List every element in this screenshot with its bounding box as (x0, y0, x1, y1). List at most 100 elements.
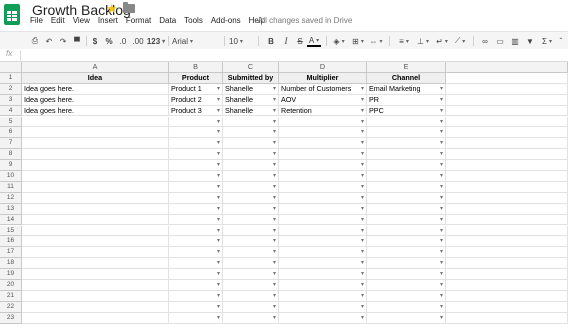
cell[interactable]: ▾ (169, 269, 223, 280)
cell[interactable]: ▾ (367, 149, 446, 161)
cell[interactable]: Shanelle ▾ (223, 94, 279, 106)
dropdown-arrow-icon[interactable]: ▾ (217, 106, 220, 116)
cell[interactable] (22, 258, 169, 270)
cell[interactable]: ▾ (367, 171, 446, 182)
dropdown-arrow-icon[interactable]: ▾ (361, 215, 364, 225)
empty-cell[interactable] (446, 225, 568, 237)
dropdown-arrow-icon[interactable]: ▾ (440, 215, 443, 225)
empty-cell[interactable] (446, 203, 568, 215)
dropdown-arrow-icon[interactable]: ▾ (217, 160, 220, 170)
strikethrough-button[interactable]: S (295, 35, 305, 47)
row-header[interactable]: 16 (0, 236, 22, 248)
insert-comment-icon[interactable]: ▭ (494, 35, 506, 47)
cell[interactable] (22, 225, 169, 237)
dropdown-arrow-icon[interactable]: ▾ (273, 127, 276, 137)
dropdown-arrow-icon[interactable]: ▾ (361, 226, 364, 236)
row-header[interactable]: 15 (0, 225, 22, 237)
dropdown-arrow-icon[interactable]: ▾ (440, 313, 443, 323)
cell[interactable] (22, 127, 169, 139)
dropdown-arrow-icon[interactable]: ▾ (217, 171, 220, 181)
empty-cell[interactable] (446, 312, 568, 324)
dropdown-arrow-icon[interactable]: ▾ (361, 258, 364, 268)
row-header[interactable]: 3 (0, 94, 22, 106)
italic-button[interactable]: I (282, 35, 290, 47)
empty-cell[interactable] (446, 116, 568, 128)
cell[interactable]: ▾ (367, 312, 446, 324)
dropdown-arrow-icon[interactable]: ▾ (217, 280, 220, 290)
dropdown-arrow-icon[interactable]: ▾ (440, 204, 443, 214)
undo-icon[interactable]: ↶ (44, 35, 54, 47)
cell[interactable]: ▾ (223, 192, 279, 204)
dropdown-arrow-icon[interactable]: ▾ (273, 138, 276, 148)
column-header-a[interactable]: A (22, 62, 169, 73)
cell[interactable]: ▾ (367, 269, 446, 280)
dropdown-arrow-icon[interactable]: ▾ (440, 280, 443, 290)
empty-cell[interactable] (446, 83, 568, 95)
dropdown-arrow-icon[interactable]: ▾ (361, 171, 364, 181)
dropdown-arrow-icon[interactable]: ▾ (273, 106, 276, 116)
cell[interactable]: ▾ (169, 203, 223, 215)
dropdown-arrow-icon[interactable]: ▾ (361, 106, 364, 116)
cell[interactable]: AOV ▾ (279, 94, 367, 106)
merge-cells-icon[interactable]: ⇔ (369, 35, 383, 47)
cell[interactable]: ▾ (169, 149, 223, 161)
row-header[interactable]: 2 (0, 83, 22, 95)
cell[interactable]: ▾ (279, 280, 367, 291)
cell[interactable]: ▾ (279, 225, 367, 237)
dropdown-arrow-icon[interactable]: ▾ (361, 280, 364, 290)
cell[interactable]: ▾ (367, 127, 446, 139)
column-header-f[interactable] (446, 62, 568, 73)
cell[interactable] (22, 280, 169, 291)
cell[interactable] (22, 203, 169, 215)
increase-decimals-button[interactable]: .00 (131, 35, 145, 47)
empty-cell[interactable] (446, 290, 568, 302)
cell[interactable] (22, 181, 169, 193)
dropdown-arrow-icon[interactable]: ▾ (361, 193, 364, 203)
row-header[interactable]: 4 (0, 105, 22, 117)
dropdown-arrow-icon[interactable]: ▾ (361, 302, 364, 312)
dropdown-arrow-icon[interactable]: ▾ (217, 138, 220, 148)
dropdown-arrow-icon[interactable]: ▾ (273, 149, 276, 159)
paint-format-icon[interactable]: ▀ (72, 35, 82, 47)
text-wrap-icon[interactable]: ↵ (434, 35, 450, 47)
column-header-b[interactable]: B (169, 62, 223, 73)
dropdown-arrow-icon[interactable]: ▾ (440, 106, 443, 116)
dropdown-arrow-icon[interactable]: ▾ (273, 160, 276, 170)
cell[interactable] (22, 236, 169, 248)
cell[interactable]: ▾ (223, 203, 279, 215)
dropdown-arrow-icon[interactable]: ▾ (440, 247, 443, 257)
dropdown-arrow-icon[interactable]: ▾ (440, 117, 443, 127)
cell[interactable]: ▾ (279, 160, 367, 171)
dropdown-arrow-icon[interactable]: ▾ (440, 160, 443, 170)
row-header[interactable]: 18 (0, 258, 22, 270)
more-formats-button[interactable]: 123 (146, 35, 166, 47)
cell[interactable]: ▾ (169, 290, 223, 302)
insert-chart-icon[interactable]: ▥ (509, 35, 521, 47)
cell[interactable]: PR ▾ (367, 94, 446, 106)
empty-cell[interactable] (446, 247, 568, 259)
cell[interactable]: PPC ▾ (367, 105, 446, 117)
dropdown-arrow-icon[interactable]: ▾ (440, 149, 443, 159)
cell[interactable]: ▾ (223, 280, 279, 291)
dropdown-arrow-icon[interactable]: ▾ (440, 226, 443, 236)
dropdown-arrow-icon[interactable]: ▾ (440, 84, 443, 94)
column-title-product[interactable]: Product (169, 72, 223, 84)
sheets-logo-icon[interactable] (4, 4, 20, 25)
empty-cell[interactable] (446, 149, 568, 161)
dropdown-arrow-icon[interactable]: ▾ (361, 204, 364, 214)
menu-file[interactable]: File (30, 16, 43, 30)
horizontal-align-icon[interactable]: ≡ (396, 35, 412, 47)
dropdown-arrow-icon[interactable]: ▾ (361, 149, 364, 159)
cell[interactable]: ▾ (279, 181, 367, 193)
cell[interactable] (22, 116, 169, 128)
cell[interactable]: ▾ (169, 301, 223, 313)
row-header[interactable]: 14 (0, 214, 22, 226)
row-header[interactable]: 11 (0, 181, 22, 193)
column-header-d[interactable]: D (279, 62, 367, 73)
cell[interactable]: Idea goes here. (22, 105, 169, 117)
cell[interactable]: ▾ (223, 149, 279, 161)
dropdown-arrow-icon[interactable]: ▾ (440, 171, 443, 181)
menu-tools[interactable]: Tools (184, 16, 203, 30)
dropdown-arrow-icon[interactable]: ▾ (217, 258, 220, 268)
dropdown-arrow-icon[interactable]: ▾ (440, 269, 443, 279)
